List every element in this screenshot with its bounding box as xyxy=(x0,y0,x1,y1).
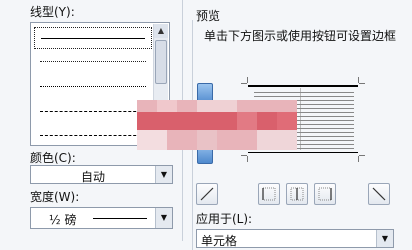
corner-mark xyxy=(358,156,359,162)
redaction-mosaic xyxy=(137,100,297,150)
line-style-dash-long[interactable] xyxy=(34,125,152,145)
diagonal-down-icon xyxy=(372,187,386,201)
border-right-icon xyxy=(318,187,332,201)
color-label: 颜色(C): xyxy=(30,151,76,165)
apply-to-label: 应用于(L): xyxy=(196,212,253,226)
border-left-icon xyxy=(262,187,276,201)
color-select[interactable]: 自动 ▼ xyxy=(30,165,173,184)
scroll-thumb[interactable] xyxy=(155,40,167,84)
corner-mark xyxy=(241,83,247,84)
chevron-down-icon[interactable]: ▼ xyxy=(376,230,393,247)
corner-mark xyxy=(359,83,365,84)
corner-mark xyxy=(247,156,248,162)
width-label: 宽度(W): xyxy=(30,190,80,204)
border-inside-vertical-button[interactable] xyxy=(286,183,308,205)
chevron-down-icon[interactable]: ▼ xyxy=(155,208,172,228)
line-style-dashed[interactable] xyxy=(34,101,152,123)
line-style-dotted[interactable] xyxy=(34,76,152,98)
line-style-solid[interactable] xyxy=(34,27,152,49)
preview-hint: 单击下方图示或使用按钮可设置边框 xyxy=(204,29,397,43)
line-style-dotted-fine[interactable] xyxy=(34,51,152,73)
apply-to-select[interactable]: 单元格 ▼ xyxy=(196,229,394,248)
corner-mark xyxy=(359,155,365,156)
corner-mark xyxy=(358,77,359,83)
scroll-up-icon[interactable]: ▲ xyxy=(154,24,168,38)
preview-label: 预览 xyxy=(196,9,221,23)
color-value: 自动 xyxy=(81,170,106,184)
border-inside-vertical-icon xyxy=(290,187,304,201)
diagonal-down-button[interactable] xyxy=(368,183,390,205)
border-right-button[interactable] xyxy=(314,183,336,205)
diagonal-up-icon xyxy=(200,187,214,201)
preview-top-border[interactable] xyxy=(248,85,358,87)
line-style-label: 线型(Y): xyxy=(30,5,75,19)
width-value: ½ 磅 xyxy=(49,213,77,227)
width-select[interactable]: ½ 磅 ▼ xyxy=(30,207,173,229)
preview-bottom-border[interactable] xyxy=(248,152,358,153)
corner-mark xyxy=(247,77,248,83)
border-left-button[interactable] xyxy=(258,183,280,205)
chevron-down-icon[interactable]: ▼ xyxy=(155,166,172,183)
width-line-sample xyxy=(93,218,147,219)
diagonal-up-button[interactable] xyxy=(196,183,218,205)
